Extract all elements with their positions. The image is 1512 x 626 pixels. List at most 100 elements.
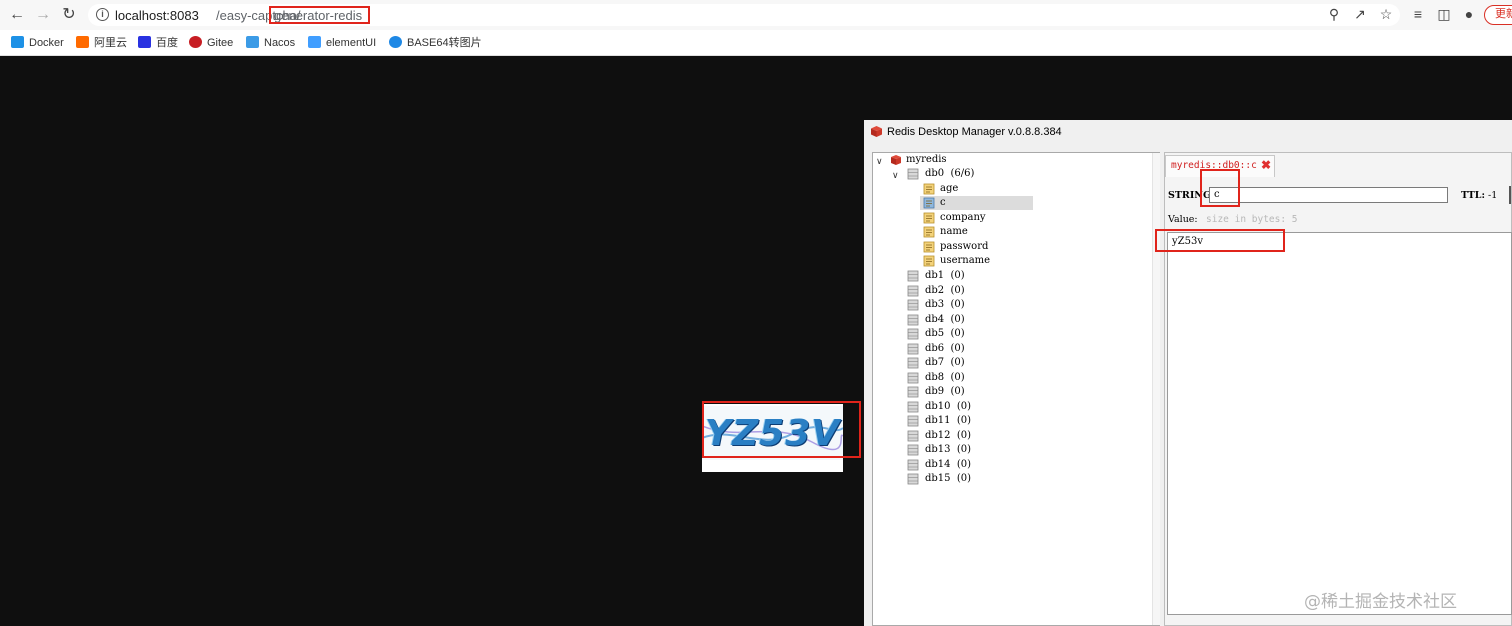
db-label: db4 [925,313,945,325]
connection-label: myredis [906,154,947,165]
string-key-icon [923,241,935,253]
reading-list-icon[interactable]: ≡ [1410,6,1426,22]
tree-item-key[interactable]: c [940,196,946,210]
bookmark-aliyun[interactable]: 阿里云 [76,35,127,51]
db-count: (0) [950,284,965,296]
forward-arrow-icon[interactable]: → [34,6,52,24]
bookmark-label: Docker [29,37,64,49]
back-arrow-icon[interactable]: ← [8,6,26,24]
docker-icon [11,36,24,48]
watermark: @稀土掘金技术社区 [1304,592,1457,612]
tree-item-db[interactable]: db2 (0) [925,284,965,298]
annotation-box-captcha [702,401,861,458]
database-icon [907,386,919,398]
reload-icon[interactable]: ↻ [60,6,78,24]
redis-logo-icon [871,126,882,137]
bookmark-base64[interactable]: BASE64转图片 [389,35,482,51]
db-label: db1 [925,270,945,281]
bookmark-docker[interactable]: Docker [11,35,64,51]
string-key-icon [923,183,935,195]
bookmark-label: 百度 [156,37,178,49]
db-count: (0) [950,299,965,310]
tree-item-db[interactable]: db15 (0) [925,472,971,486]
baidu-icon [138,36,151,48]
tree-item-db[interactable]: db10 (0) [925,400,971,414]
tree-item-db[interactable]: db6 (0) [925,342,965,356]
string-key-icon [923,255,935,267]
chevron-down-icon[interactable]: ∨ [892,169,899,181]
value-editor[interactable] [1167,232,1512,615]
db-label: db15 [925,473,951,484]
db-count: (0) [956,444,972,455]
update-button[interactable]: 更新 [1484,5,1512,25]
database-icon [907,314,919,325]
tree-item-key[interactable]: password [940,240,988,254]
share-icon[interactable]: ↗ [1352,6,1368,22]
value-label: Value: [1168,214,1198,225]
bookmark-star-icon[interactable]: ☆ [1378,6,1394,22]
tree-item-key[interactable]: company [940,211,986,225]
tree-item-db[interactable]: db11 (0) [925,414,971,428]
tree-item-db[interactable]: db4 (0) [925,313,965,327]
db-count: (0) [956,400,972,412]
bookmark-elementui[interactable]: elementUI [308,35,376,51]
db-count: (0) [950,342,965,354]
annotation-box-key [1200,169,1240,207]
key-label: company [940,212,986,223]
string-key-icon [923,197,935,209]
tree-item-db[interactable]: db3 (0) [925,298,965,312]
tree-item-db[interactable]: db5 (0) [925,327,965,341]
db-label: db10 [925,400,951,412]
bookmark-nacos[interactable]: Nacos [246,35,295,51]
tree-item-key[interactable]: username [940,254,990,268]
db-label: db12 [925,429,951,441]
database-icon [907,343,919,354]
db-count: (0) [950,270,965,281]
db-count: (0) [950,328,965,339]
aliyun-icon [76,36,89,48]
tree-item-db[interactable]: db14 (0) [925,458,971,472]
annotation-box-url [269,6,370,24]
tree-item-db[interactable]: db1 (0) [925,269,965,283]
bookmark-baidu[interactable]: 百度 [138,35,178,51]
key-label: c [940,197,946,208]
nacos-icon [246,36,259,48]
tree-item-db[interactable]: db8 (0) [925,371,965,385]
ttl-label: TTL: [1461,190,1485,201]
tree-item-db0[interactable]: db0 (6/6) [925,167,974,181]
key-label: name [940,226,968,237]
tree-item-key[interactable]: age [940,182,958,196]
tree-item-key[interactable]: name [940,225,968,239]
db-count: (0) [956,429,972,441]
bookmark-label: Gitee [207,37,234,49]
tree-item-db[interactable]: db12 (0) [925,429,971,443]
db-label: db5 [925,328,945,339]
database-icon [907,168,919,180]
string-key-icon [923,212,935,224]
db-label: db2 [925,284,945,296]
zoom-icon[interactable]: ⚲ [1326,6,1342,22]
tree-item-connection[interactable]: myredis [906,153,947,167]
db-count: (0) [950,357,965,368]
chevron-down-icon[interactable]: ∨ [876,155,883,167]
tree-item-db[interactable]: db9 (0) [925,385,965,399]
bookmark-label: Nacos [264,37,296,49]
db-label: db6 [925,342,945,354]
close-icon[interactable]: ✖ [1261,158,1271,172]
bookmark-gitee[interactable]: Gitee [189,35,233,51]
profile-icon[interactable]: ● [1461,6,1477,22]
database-icon [907,328,919,340]
side-panel-icon[interactable]: ◫ [1436,6,1452,22]
db-count: (0) [950,313,965,325]
tree-item-db[interactable]: db7 (0) [925,356,965,370]
key-name-field[interactable]: c [1209,187,1448,203]
value-size-hint: size in bytes: 5 [1206,214,1298,225]
bookmark-label: 阿里云 [94,37,127,49]
key-label: password [940,241,989,252]
bookmark-label: elementUI [326,37,377,49]
tree-scrollbar[interactable] [1152,153,1160,625]
site-info-icon[interactable]: i [96,8,109,21]
bookmark-label: BASE64转图片 [407,37,482,49]
tree-item-db[interactable]: db13 (0) [925,443,971,457]
database-icon [907,372,919,383]
